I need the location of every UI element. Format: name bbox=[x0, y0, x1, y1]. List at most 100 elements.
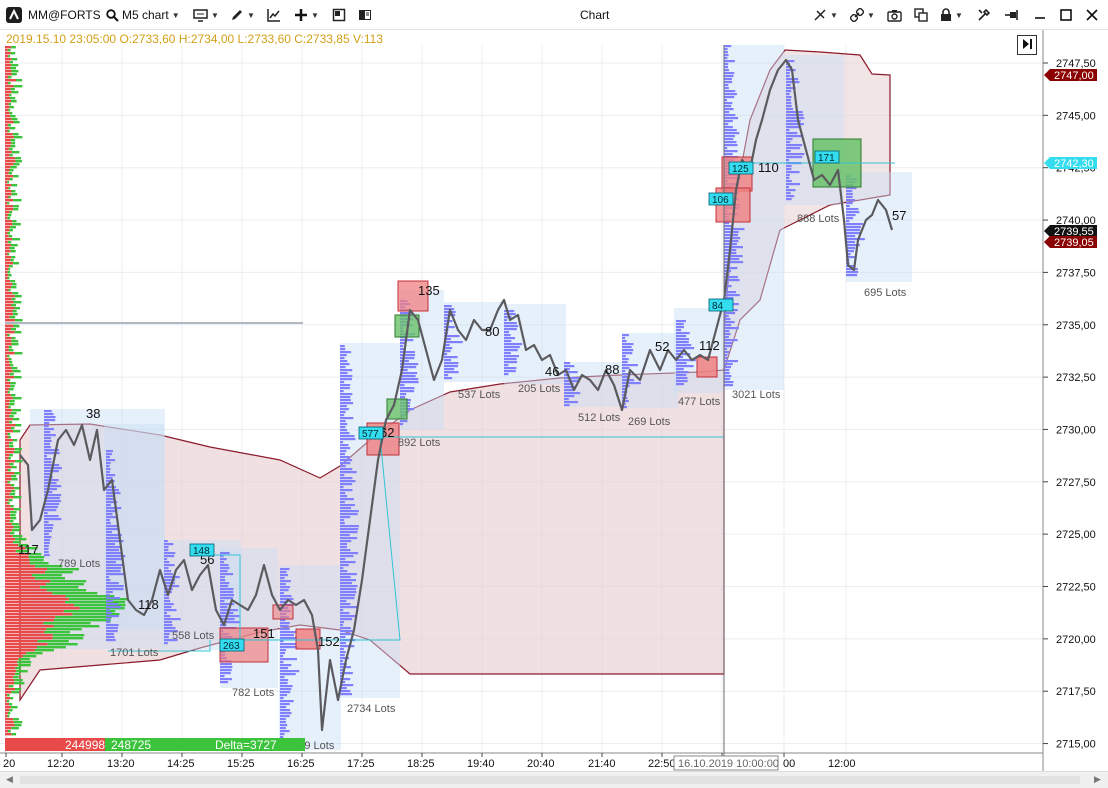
profile-bar bbox=[340, 567, 344, 570]
profile-bar bbox=[164, 543, 174, 546]
profile-bar bbox=[5, 70, 12, 73]
profile-bar bbox=[13, 301, 22, 304]
profile-bar bbox=[340, 411, 346, 414]
profile-bar bbox=[400, 423, 404, 426]
app-logo[interactable] bbox=[6, 0, 22, 30]
profile-bar bbox=[340, 603, 351, 606]
profile-bar bbox=[7, 334, 10, 337]
scroll-thumb[interactable] bbox=[20, 776, 1080, 784]
profile-bar bbox=[106, 561, 116, 564]
profile-bar bbox=[15, 538, 27, 541]
link-dropdown[interactable]: ▼ bbox=[850, 0, 875, 30]
maximize-button[interactable] bbox=[1060, 0, 1072, 30]
chevron-down-icon: ▼ bbox=[830, 10, 838, 20]
profile-bar bbox=[8, 196, 11, 199]
screenshot-button[interactable] bbox=[887, 0, 902, 30]
profile-bar bbox=[106, 615, 119, 618]
profile-bar bbox=[340, 660, 344, 663]
profile-bar bbox=[5, 514, 11, 517]
profile-bar bbox=[724, 381, 734, 384]
delta-footer-bar: 244998 248725 Delta=3727 bbox=[5, 738, 305, 752]
window-button[interactable] bbox=[332, 0, 346, 30]
profile-bar bbox=[15, 424, 22, 427]
trade-tag-text: 577 bbox=[362, 429, 379, 440]
profile-bar bbox=[11, 118, 18, 121]
profile-bar bbox=[5, 277, 8, 280]
pin-button[interactable] bbox=[1004, 0, 1020, 30]
profile-bar bbox=[44, 518, 62, 521]
layout-button[interactable] bbox=[358, 0, 372, 30]
profile-bar bbox=[10, 394, 16, 397]
profile-bar bbox=[45, 571, 73, 574]
profile-bar bbox=[7, 271, 11, 274]
crosshair-dropdown[interactable]: ▼ bbox=[813, 0, 838, 30]
profile-bar bbox=[5, 454, 10, 457]
scroll-right-icon[interactable]: ▶ bbox=[1094, 774, 1101, 785]
profile-bar bbox=[8, 685, 14, 688]
profile-bar bbox=[5, 421, 10, 424]
lots-label: 558 Lots bbox=[172, 630, 215, 642]
profile-bar bbox=[44, 506, 58, 509]
profile-bar bbox=[340, 543, 348, 546]
profile-bar bbox=[724, 63, 729, 66]
minimize-button[interactable] bbox=[1034, 0, 1046, 30]
profile-bar bbox=[5, 247, 10, 250]
profile-bar bbox=[220, 588, 234, 591]
profile-bar bbox=[164, 606, 172, 609]
profile-bar bbox=[786, 90, 792, 93]
indicators-button[interactable] bbox=[267, 0, 281, 30]
profile-bar bbox=[280, 592, 285, 595]
profile-bar bbox=[846, 238, 865, 241]
profile-bar bbox=[220, 594, 235, 597]
profile-bar bbox=[5, 670, 17, 673]
profile-bar bbox=[724, 60, 735, 63]
profile-bar bbox=[5, 679, 15, 682]
profile-bar bbox=[340, 579, 357, 582]
timeframe-dropdown[interactable]: M5 chart ▼ bbox=[122, 0, 180, 30]
close-button[interactable] bbox=[1086, 0, 1098, 30]
lock-dropdown[interactable]: ▼ bbox=[940, 0, 963, 30]
scroll-to-end-button[interactable] bbox=[1017, 35, 1037, 55]
profile-bar bbox=[5, 118, 12, 121]
profile-bar bbox=[11, 733, 17, 736]
profile-bar bbox=[164, 621, 172, 624]
chart-type-dropdown[interactable]: ▼ bbox=[193, 0, 219, 30]
profile-bar bbox=[280, 733, 285, 736]
profile-bar bbox=[7, 202, 10, 205]
profile-bar bbox=[786, 144, 803, 147]
scroll-left-icon[interactable]: ◀ bbox=[6, 774, 13, 785]
profile-bar bbox=[106, 588, 124, 591]
profile-bar bbox=[444, 347, 453, 350]
horizontal-scrollbar[interactable]: ◀ ▶ bbox=[0, 771, 1108, 788]
trade-tag: 171 bbox=[814, 150, 840, 164]
profile-bar bbox=[8, 289, 11, 292]
profile-bar bbox=[5, 112, 10, 115]
profile-bar bbox=[340, 444, 349, 447]
symbol-selector[interactable]: MM@FORTS bbox=[28, 0, 119, 30]
drawing-tool-dropdown[interactable]: ▼ bbox=[230, 0, 255, 30]
profile-bar bbox=[5, 649, 35, 652]
profile-bar bbox=[5, 193, 12, 196]
profile-bar bbox=[106, 624, 119, 627]
profile-bar bbox=[5, 298, 12, 301]
profile-bar bbox=[9, 442, 13, 445]
profile-bar bbox=[504, 331, 509, 334]
profile-bar bbox=[7, 124, 11, 127]
settings-button[interactable] bbox=[977, 0, 991, 30]
profile-bar bbox=[220, 585, 229, 588]
volume-label: 52 bbox=[655, 339, 669, 354]
profile-bar bbox=[164, 618, 181, 621]
profile-bar bbox=[10, 412, 17, 415]
profile-bar bbox=[106, 495, 114, 498]
profile-bar bbox=[106, 621, 111, 624]
chart-canvas[interactable]: 38117118561511521358046 8852 1121105762 78… bbox=[0, 30, 1108, 771]
profile-bar bbox=[10, 145, 16, 148]
add-dropdown[interactable]: ▼ bbox=[294, 0, 319, 30]
profile-bar bbox=[5, 169, 10, 172]
clone-button[interactable] bbox=[914, 0, 928, 30]
profile-bar bbox=[5, 733, 12, 736]
profile-bar bbox=[340, 366, 346, 369]
profile-bar bbox=[5, 484, 11, 487]
profile-bar bbox=[106, 474, 116, 477]
profile-bar bbox=[5, 652, 27, 655]
